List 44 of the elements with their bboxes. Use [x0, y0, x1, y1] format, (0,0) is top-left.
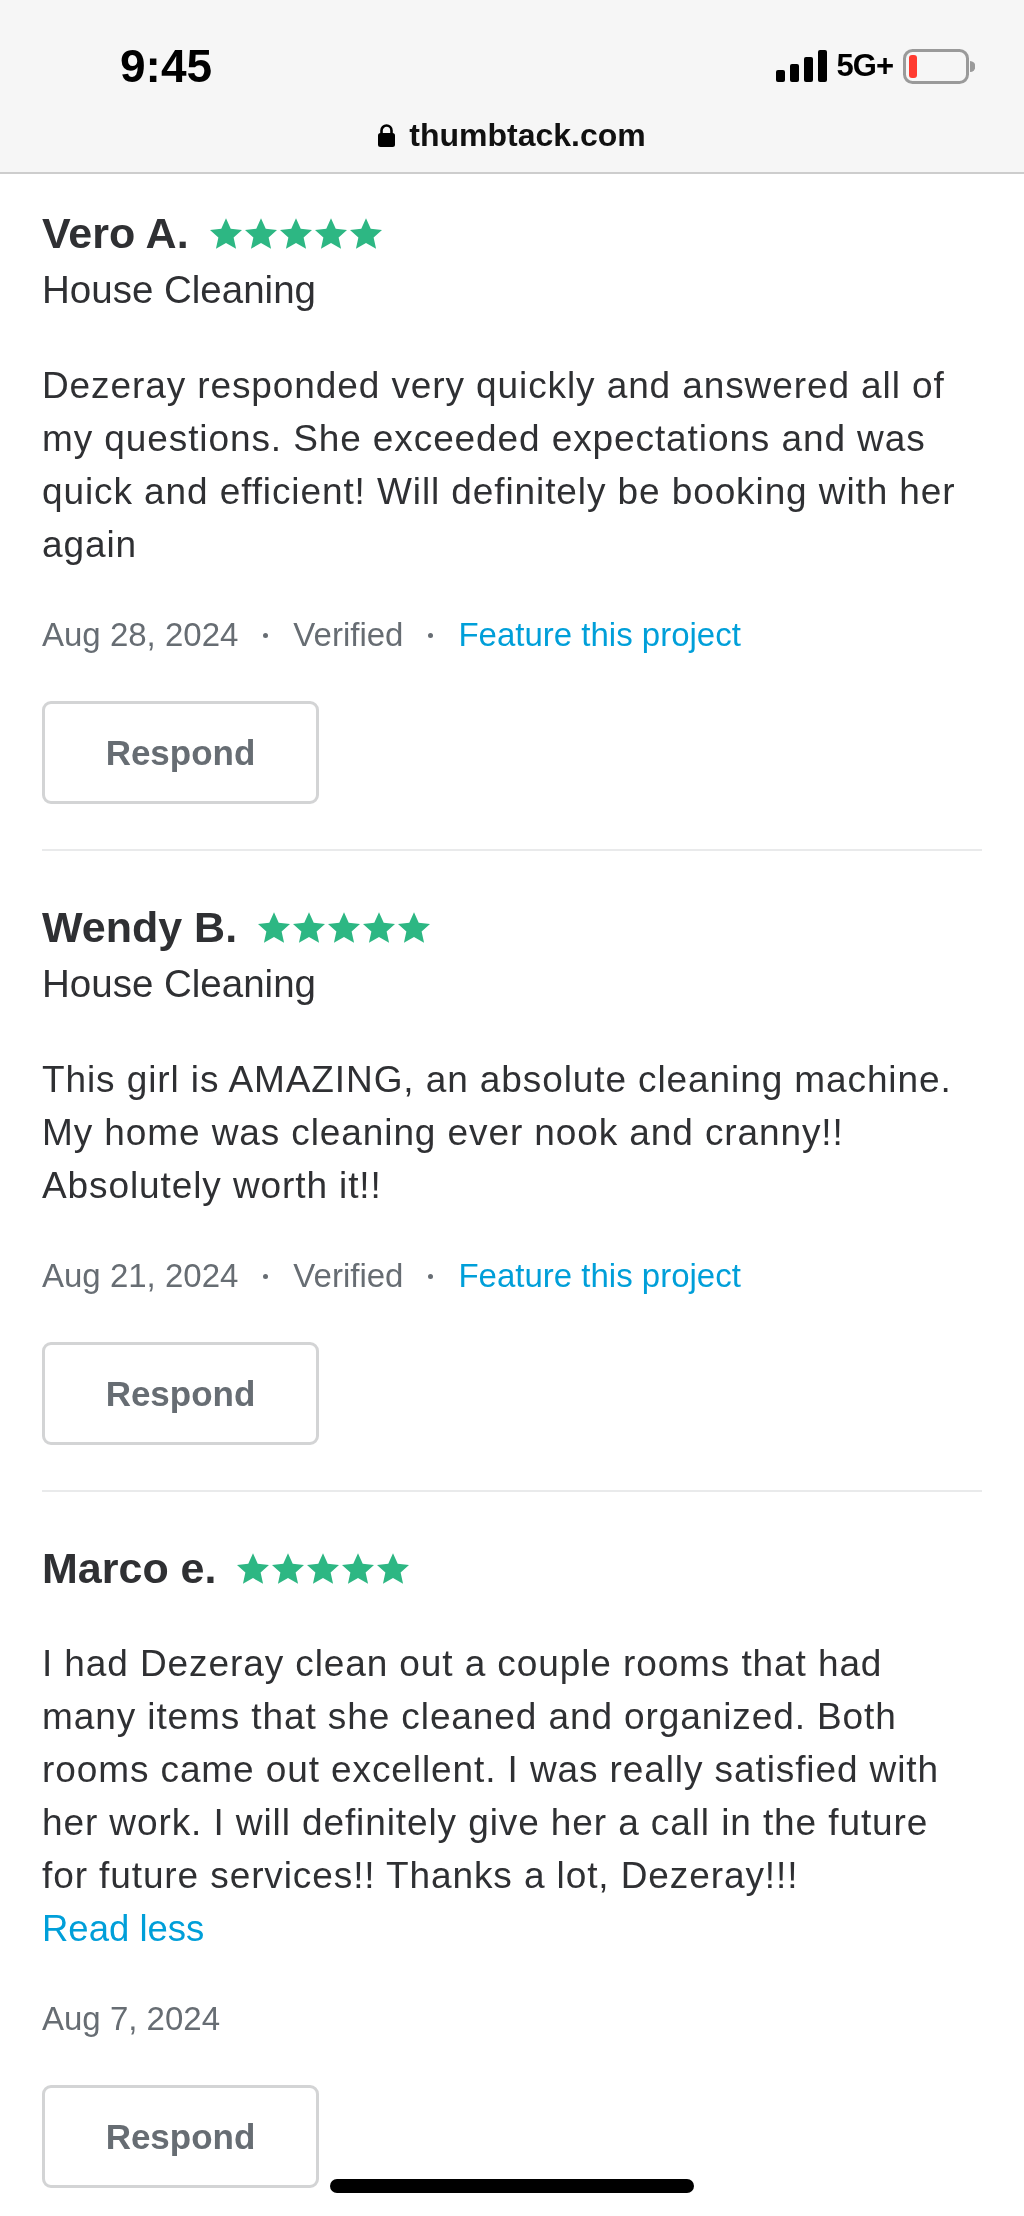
- review-text: I had Dezeray clean out a couple rooms that had many items that she cleaned and organized. Both rooms came out excellent. I was really satisfied with her work. I will definitely give her a call in the future for future services!! Thanks a lot, Dezeray!!!: [42, 1642, 940, 1898]
- reviewer-name: Vero A.: [42, 209, 189, 257]
- star-icon: [272, 1552, 305, 1584]
- verified-label: Verified: [293, 616, 404, 654]
- star-icon: [279, 217, 312, 249]
- star-icon: [314, 217, 347, 249]
- respond-button[interactable]: Respond: [42, 2085, 319, 2188]
- star-icon: [328, 911, 361, 943]
- star-icon: [293, 911, 326, 943]
- service-category: House Cleaning: [42, 961, 317, 1007]
- star-icon: [398, 911, 431, 943]
- star-icon: [244, 217, 277, 249]
- star-icon: [209, 217, 242, 249]
- separator-dot-icon: [263, 1273, 269, 1279]
- service-category: House Cleaning: [42, 267, 317, 313]
- star-icon: [307, 1552, 340, 1584]
- star-icon: [237, 1552, 270, 1584]
- respond-button[interactable]: Respond: [42, 1342, 319, 1445]
- separator-dot-icon: [428, 632, 434, 638]
- star-icon: [258, 911, 291, 943]
- review-date: Aug 7, 2024: [42, 2000, 220, 2038]
- reviewer-name: Marco e.: [42, 1544, 217, 1592]
- signal-icon: [775, 50, 827, 82]
- status-time: 9:45: [120, 39, 213, 93]
- respond-button[interactable]: Respond: [42, 701, 319, 804]
- reviewer-name: Wendy B.: [42, 903, 238, 951]
- review-date: Aug 21, 2024: [42, 1257, 239, 1295]
- url-text: thumbtack.com: [409, 116, 646, 154]
- separator-dot-icon: [263, 632, 269, 638]
- read-less-link[interactable]: Read less: [42, 1907, 205, 1950]
- star-icon: [349, 217, 382, 249]
- battery-icon: [903, 48, 975, 84]
- feature-project-link[interactable]: Feature this project: [458, 616, 741, 654]
- separator-dot-icon: [428, 1273, 434, 1279]
- review-date: Aug 28, 2024: [42, 616, 239, 654]
- verified-label: Verified: [293, 1257, 404, 1295]
- review-text: This girl is AMAZING, an absolute cleaning machine. My home was cleaning ever nook and cranny!! Absolutely worth it!!: [42, 1058, 953, 1208]
- lock-icon: [378, 123, 396, 147]
- star-icon: [342, 1552, 375, 1584]
- review-text: Dezeray responded very quickly and answered all of my questions. She exceeded expectations and was quick and efficient! Will definitely be booking with her again: [42, 364, 957, 567]
- feature-project-link[interactable]: Feature this project: [458, 1257, 741, 1295]
- star-icon: [363, 911, 396, 943]
- network-label: 5G+: [836, 48, 893, 84]
- star-icon: [377, 1552, 410, 1584]
